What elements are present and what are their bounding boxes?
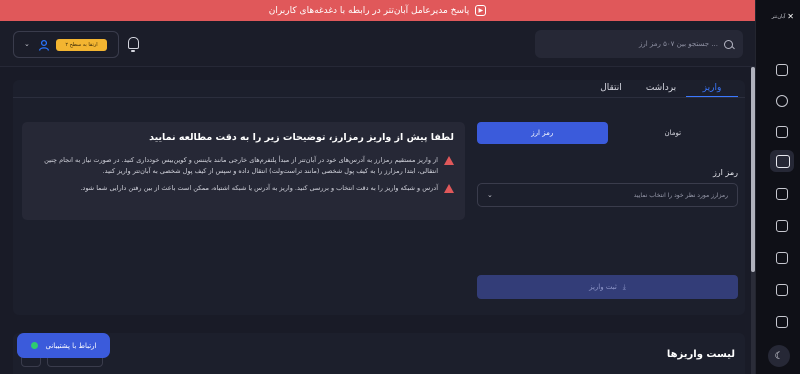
brand-name: آبان‌تتر [771, 13, 786, 20]
account-icon[interactable] [776, 284, 788, 296]
support-label: ارتباط با پشتیبانی [45, 341, 97, 350]
submit-label: ثبت واریز [589, 283, 617, 291]
option-crypto[interactable]: رمز ارز [477, 122, 608, 144]
deposits-list-title: لیست واریزها [666, 349, 735, 360]
user-menu[interactable]: ⌄ ارتقا به سطح ۲ [13, 31, 119, 58]
x-logo-icon: ✕ [787, 12, 794, 21]
warning-text: آدرس و شبکه واریز را به دقت انتخاب و برر… [80, 184, 438, 192]
option-toman[interactable]: تومان [608, 122, 739, 144]
tab-transfer[interactable]: انتقال [586, 80, 636, 97]
notifications-bell-icon[interactable] [128, 37, 139, 52]
crypto-field-label: رمز ارز [712, 168, 738, 177]
warning-icon [444, 184, 454, 193]
announcement-banner[interactable]: پاسخ مدیرعامل آبان‌تتر در رابطه با دغدغه… [0, 0, 755, 21]
sidebar: آبان‌تتر ✕ ☾ [755, 0, 800, 374]
gift-icon[interactable] [776, 252, 788, 264]
play-icon: ▶ [475, 5, 487, 16]
crypto-select[interactable]: ⌄ رمزارز مورد نظر خود را انتخاب نمایید [477, 183, 738, 207]
top-bar: ⌄ ارتقا به سطح ۲ جستجو بین ۵۰۷ رمز ارز .… [0, 21, 755, 67]
tab-deposit[interactable]: واریز [686, 80, 738, 97]
wallet-icon[interactable] [770, 150, 794, 172]
announcement-text[interactable]: پاسخ مدیرعامل آبان‌تتر در رابطه با دغدغه… [269, 6, 470, 16]
warning-icon [444, 156, 454, 165]
crypto-select-placeholder: رمزارز مورد نظر خود را انتخاب نمایید [633, 191, 728, 199]
trade-icon[interactable] [776, 126, 788, 138]
submit-deposit-button[interactable]: ثبت واریز ⤓ [477, 275, 738, 299]
orders-icon[interactable] [776, 188, 788, 200]
support-chat-button[interactable]: ارتباط با پشتیبانی [17, 333, 110, 358]
transaction-tabs: انتقال برداشت واریز [586, 80, 738, 97]
search-placeholder: جستجو بین ۵۰۷ رمز ارز ... [638, 40, 718, 48]
chevron-down-icon[interactable]: ⌄ [24, 40, 30, 48]
deposits-list-card: لیست واریزها [13, 333, 745, 374]
theme-toggle-moon-icon[interactable]: ☾ [768, 345, 790, 367]
deposit-instructions: لطفا پیش از واریز رمزارز، توضیحات زیر را… [22, 122, 465, 220]
tab-withdraw[interactable]: برداشت [636, 80, 686, 97]
upgrade-level-button[interactable]: ارتقا به سطح ۲ [56, 39, 107, 51]
search-input[interactable]: جستجو بین ۵۰۷ رمز ارز ... [535, 30, 743, 58]
dashboard-icon[interactable] [776, 64, 788, 76]
user-icon [38, 39, 50, 51]
download-icon: ⤓ [622, 282, 626, 291]
deposit-card: انتقال برداشت واریز لطفا پیش از واریز رم… [13, 80, 745, 315]
warning-item: از واریز مستقیم رمزارز به آدرس‌های خود د… [33, 155, 454, 177]
tabs-divider [13, 97, 745, 98]
instructions-title: لطفا پیش از واریز رمزارز، توضیحات زیر را… [149, 132, 454, 143]
lock-icon[interactable] [776, 220, 788, 232]
online-status-icon [30, 342, 38, 349]
settings-icon[interactable] [776, 316, 788, 328]
search-icon [724, 39, 733, 49]
chevron-down-icon: ⌄ [487, 191, 493, 199]
markets-icon[interactable] [776, 95, 788, 107]
warning-text: از واریز مستقیم رمزارز به آدرس‌های خود د… [44, 156, 438, 175]
warning-item: آدرس و شبکه واریز را به دقت انتخاب و برر… [33, 183, 454, 194]
currency-type-toggle: رمز ارز تومان [477, 122, 738, 144]
brand-logo[interactable]: آبان‌تتر ✕ [772, 12, 794, 21]
